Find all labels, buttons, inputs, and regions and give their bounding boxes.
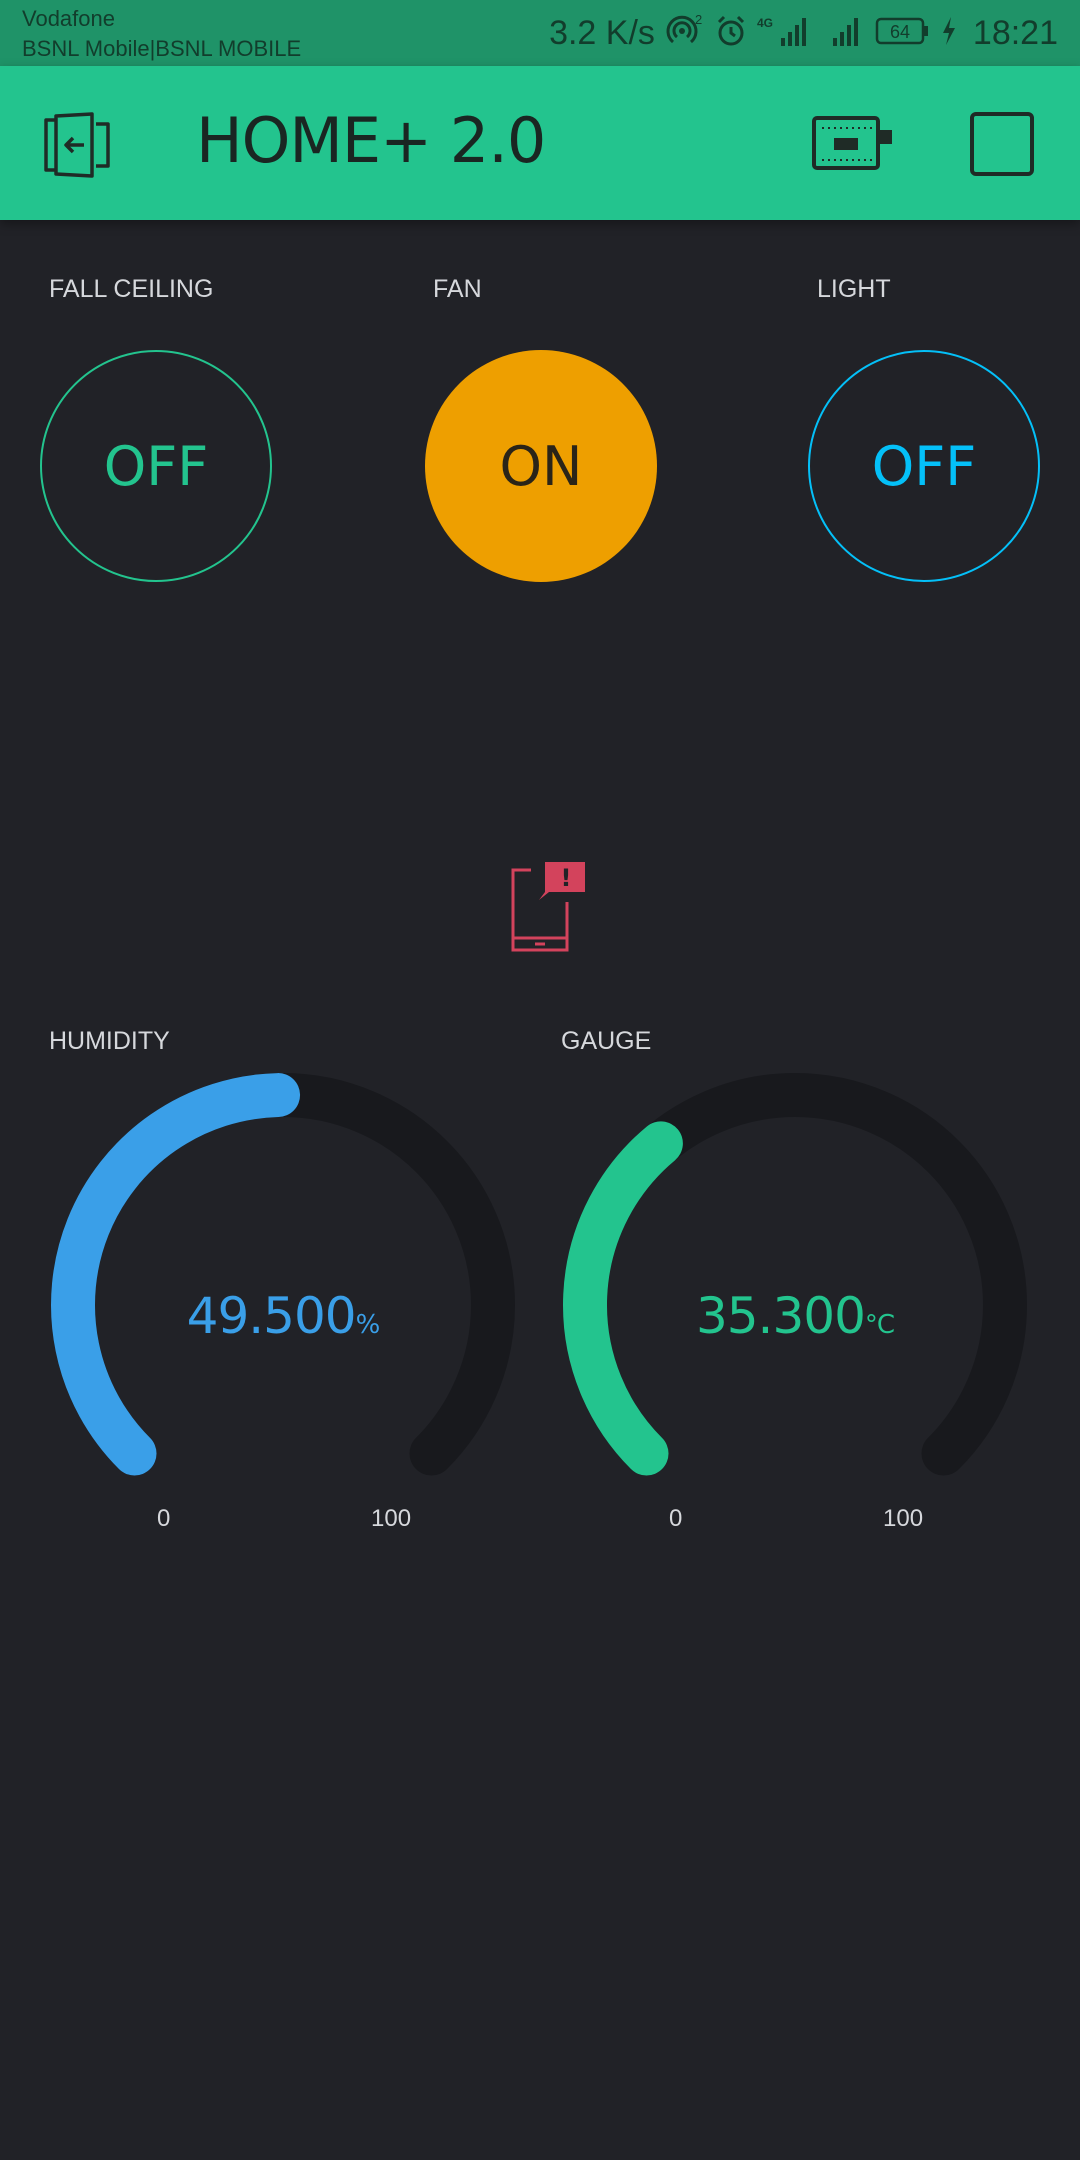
network-type: 4G [757, 16, 773, 30]
switch-label-fall-ceiling: FALL CEILING [49, 275, 214, 303]
hotspot-icon: 2 [665, 12, 705, 53]
status-bar: Vodafone BSNL Mobile|BSNL MOBILE 3.2 K/s… [0, 0, 1080, 66]
humidity-gauge: 49.500% 0 100 [43, 1065, 523, 1532]
humidity-value-number: 49.500 [186, 1287, 357, 1345]
temperature-max: 100 [883, 1505, 924, 1532]
charging-icon [941, 14, 957, 53]
notification-widget[interactable]: ! [505, 858, 585, 954]
hotspot-count: 2 [695, 14, 702, 27]
temperature-value: 35.300°C [555, 1287, 1035, 1345]
device-board-icon [812, 116, 892, 170]
signal-4g-icon: 4G [757, 14, 809, 53]
device-button[interactable] [810, 112, 894, 176]
humidity-min: 0 [157, 1505, 171, 1532]
fan-button[interactable]: ON [425, 350, 657, 582]
temperature-min: 0 [669, 1505, 683, 1532]
carrier-secondary: BSNL Mobile|BSNL MOBILE [22, 36, 302, 61]
humidity-value: 49.500% [43, 1287, 523, 1345]
carrier-primary: Vodafone [22, 6, 115, 31]
temperature-unit: °C [864, 1310, 895, 1340]
alarm-icon [715, 14, 747, 53]
fall-ceiling-state: OFF [103, 434, 209, 498]
battery-level: 64 [890, 22, 910, 42]
temperature-value-number: 35.300 [695, 1287, 866, 1345]
app-bar: HOME+ 2.0 [0, 66, 1080, 220]
stop-button[interactable] [970, 112, 1034, 176]
humidity-max: 100 [371, 1505, 412, 1532]
gauge-label-gauge: GAUGE [561, 1027, 652, 1055]
light-state: OFF [871, 434, 977, 498]
humidity-unit: % [355, 1310, 381, 1340]
fan-state: ON [499, 434, 583, 498]
battery-icon: 64 [875, 14, 931, 53]
exit-button[interactable] [40, 110, 114, 180]
clock: 18:21 [972, 13, 1058, 52]
switch-label-fan: FAN [433, 275, 482, 303]
temperature-gauge: 35.300°C 0 100 [555, 1065, 1035, 1532]
gauge-label-humidity: HUMIDITY [49, 1027, 170, 1055]
device-alert-icon: ! [511, 862, 585, 952]
signal-icon [831, 14, 865, 53]
fall-ceiling-button[interactable]: OFF [40, 350, 272, 582]
network-speed: 3.2 K/s [549, 13, 655, 52]
light-button[interactable]: OFF [808, 350, 1040, 582]
gauge-fill [51, 1073, 301, 1476]
notification-badge: ! [561, 864, 572, 892]
switch-label-light: LIGHT [817, 275, 891, 303]
exit-icon [44, 112, 110, 178]
app-title: HOME+ 2.0 [196, 104, 546, 177]
